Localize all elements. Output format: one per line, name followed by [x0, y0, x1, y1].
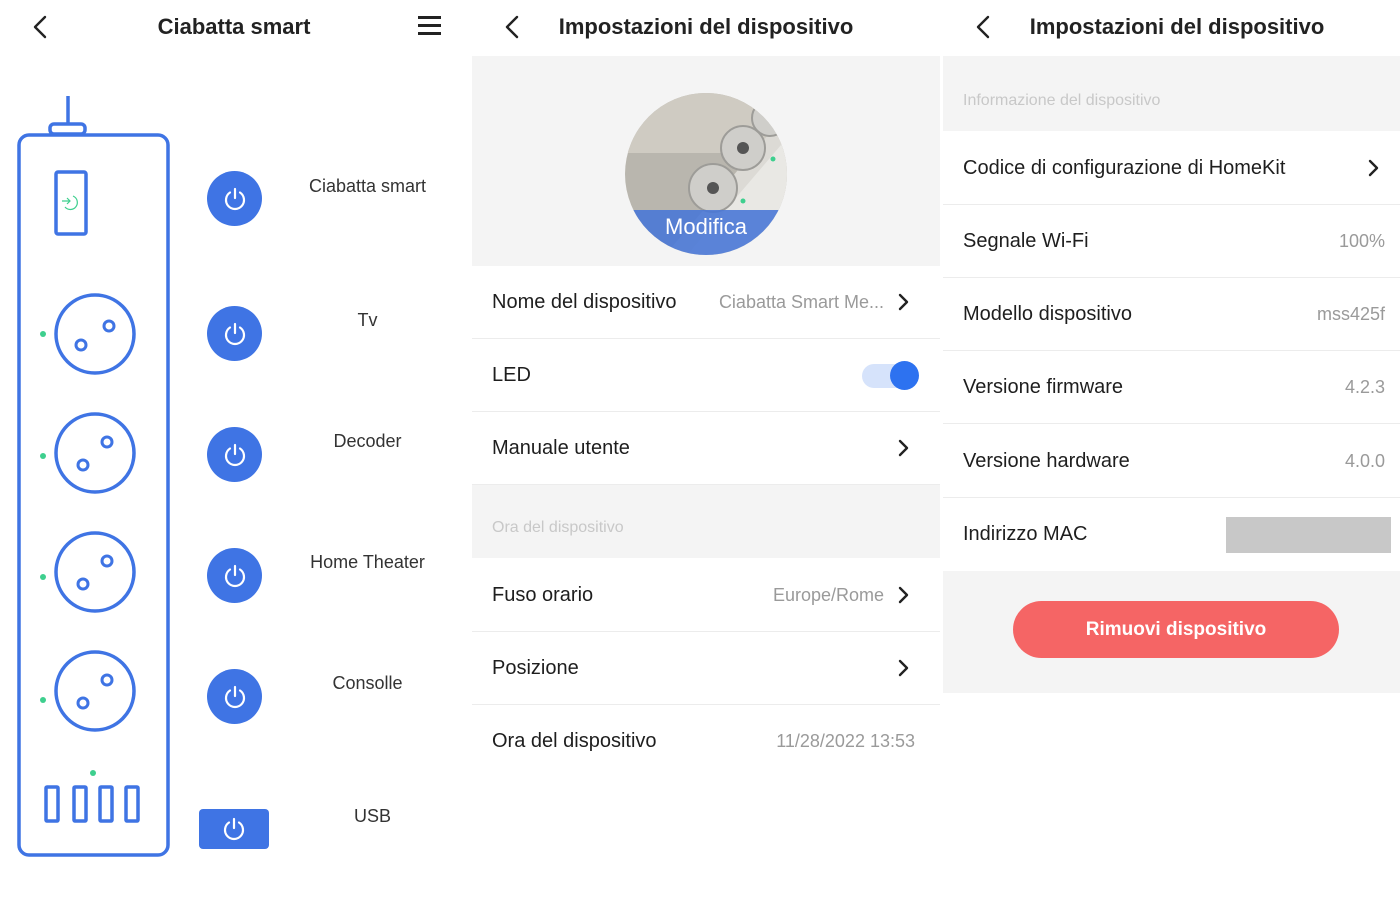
power-button-home-theater[interactable]: [207, 548, 262, 603]
power-button-consolle[interactable]: [207, 669, 262, 724]
timezone-row[interactable]: Fuso orario Europe/Rome: [472, 559, 940, 632]
device-time-row: Ora del dispositivo 11/28/2022 13:53: [472, 705, 940, 778]
section-title: Ora del dispositivo: [492, 519, 624, 536]
top-bar: Impostazioni del dispositivo: [943, 0, 1400, 56]
section-title: Informazione del dispositivo: [963, 92, 1161, 109]
row-value: mss425f: [1316, 304, 1385, 324]
row-label: Segnale Wi-Fi: [963, 230, 1089, 252]
wifi-signal-row: Segnale Wi-Fi 100%: [943, 205, 1400, 278]
power-icon: [224, 564, 245, 587]
outlet-label: Decoder: [333, 431, 402, 451]
row-label: Posizione: [492, 657, 579, 679]
outlet-label: USB: [353, 806, 391, 826]
power-strip-panel: Ciabatta smart Ciabatta smart Tv Decoder…: [0, 0, 470, 922]
menu-icon[interactable]: [414, 12, 446, 40]
row-label: Ora del dispositivo: [492, 730, 657, 752]
photo-header: Modifica: [472, 56, 940, 266]
mac-address-row: Indirizzo MAC: [943, 498, 1400, 571]
chevron-right-icon: [893, 436, 915, 460]
device-photo[interactable]: Modifica: [625, 93, 787, 255]
power-icon: [224, 443, 245, 466]
top-bar: Ciabatta smart: [0, 0, 470, 56]
outlet-label: Ciabatta smart: [308, 176, 427, 196]
model-row: Modello dispositivo mss425f: [943, 278, 1400, 351]
device-settings-panel: Impostazioni del dispositivo Modifica No…: [472, 0, 940, 922]
row-label: Versione firmware: [963, 376, 1124, 398]
row-value: 4.2.3: [1344, 377, 1385, 397]
top-bar: Impostazioni del dispositivo: [472, 0, 940, 56]
power-strip-icon: [17, 96, 170, 857]
homekit-code-row[interactable]: Codice di configurazione di HomeKit: [943, 132, 1400, 205]
power-button-decoder[interactable]: [207, 427, 262, 482]
row-label: Indirizzo MAC: [963, 523, 1088, 545]
position-row[interactable]: Posizione: [472, 632, 940, 705]
section-header: Informazione del dispositivo: [943, 56, 1400, 131]
remove-device-button[interactable]: Rimuovi dispositivo: [1013, 601, 1339, 658]
remove-section: Rimuovi dispositivo: [943, 571, 1400, 693]
row-value: 4.0.0: [1344, 451, 1385, 471]
row-label: Nome del dispositivo: [492, 291, 677, 313]
edit-photo-label: Modifica: [665, 214, 747, 239]
outlet-label: Tv: [357, 310, 378, 330]
page-title: Impostazioni del dispositivo: [1029, 14, 1325, 39]
power-button-strip[interactable]: [207, 171, 262, 226]
led-toggle[interactable]: [862, 361, 919, 391]
led-row: LED: [472, 339, 940, 412]
power-icon: [223, 817, 245, 841]
page-title: Impostazioni del dispositivo: [558, 14, 854, 39]
chevron-right-icon: [893, 656, 915, 680]
hardware-row: Versione hardware 4.0.0: [943, 425, 1400, 498]
row-value: 100%: [1338, 231, 1385, 251]
row-label: LED: [492, 364, 531, 386]
row-label: Versione hardware: [963, 450, 1130, 472]
chevron-right-icon: [893, 583, 915, 607]
device-name-row[interactable]: Nome del dispositivo Ciabatta Smart Me..…: [472, 266, 940, 339]
firmware-row: Versione firmware 4.2.3: [943, 351, 1400, 424]
page-title: Ciabatta smart: [157, 14, 311, 39]
outlet-label: Home Theater: [310, 552, 425, 572]
row-label: Codice di configurazione di HomeKit: [963, 157, 1286, 179]
row-label: Modello dispositivo: [963, 303, 1132, 325]
power-button-tv[interactable]: [207, 306, 262, 361]
row-value: 11/28/2022 13:53: [776, 731, 915, 751]
row-label: Fuso orario: [492, 584, 594, 606]
power-icon: [224, 187, 245, 210]
power-icon: [224, 322, 245, 345]
row-label: Manuale utente: [492, 437, 630, 459]
chevron-right-icon: [893, 290, 915, 314]
section-header: Ora del dispositivo: [472, 485, 940, 558]
redacted-mac-value: [1226, 517, 1391, 553]
chevron-right-icon: [1363, 156, 1385, 180]
power-icon: [224, 685, 245, 708]
user-manual-row[interactable]: Manuale utente: [472, 412, 940, 485]
row-value: Ciabatta Smart Me...: [718, 292, 884, 312]
row-value: Europe/Rome: [772, 585, 884, 605]
outlet-label: Consolle: [332, 673, 403, 693]
power-button-usb[interactable]: [199, 809, 269, 849]
device-info-panel: Impostazioni del dispositivo Informazion…: [943, 0, 1400, 922]
